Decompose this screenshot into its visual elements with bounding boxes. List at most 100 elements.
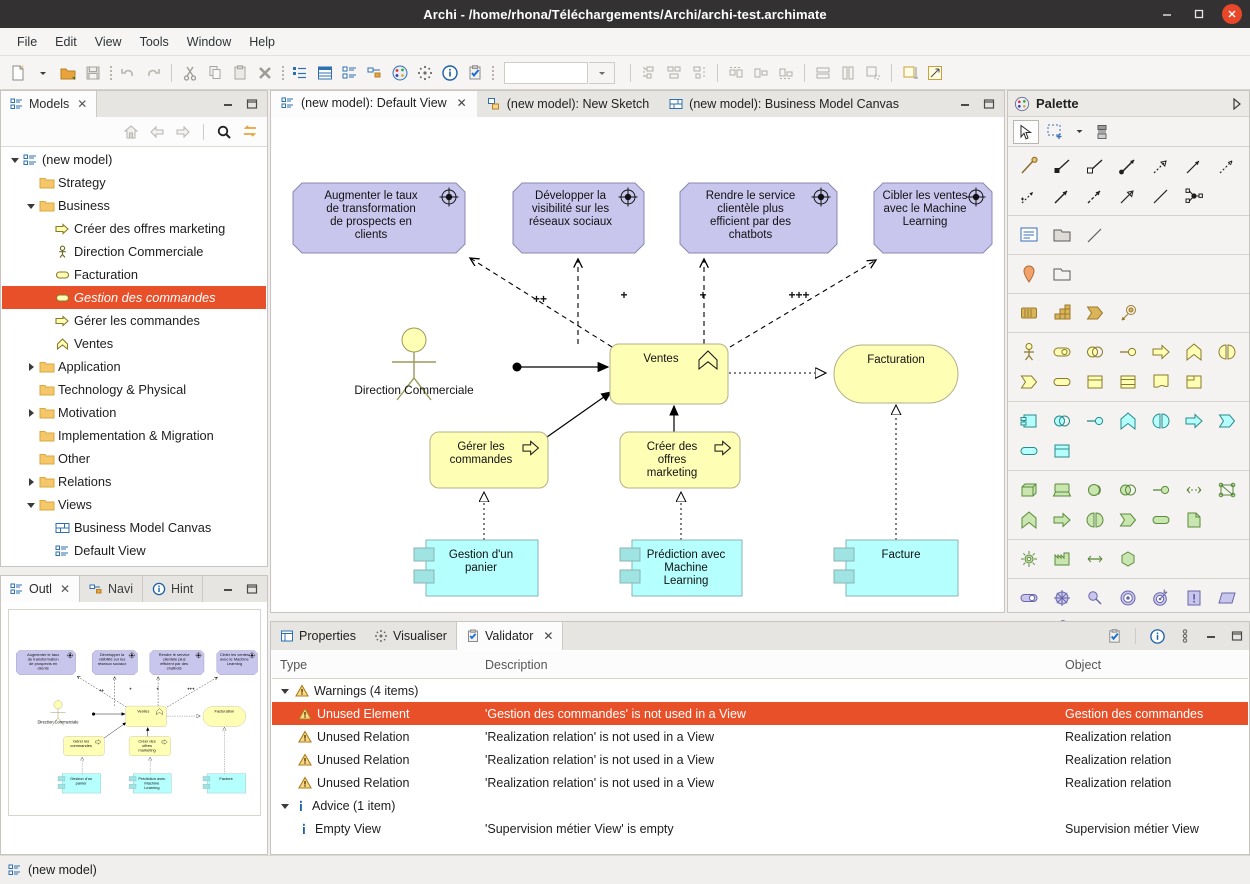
fill-size-icon[interactable] [923, 61, 947, 85]
palette-item-connection[interactable] [1078, 220, 1111, 250]
palette-item-device[interactable] [1045, 475, 1078, 505]
palette-item-distribution-network[interactable] [1078, 544, 1111, 574]
format-painter-icon[interactable] [1089, 120, 1115, 144]
palette-item-technology-service[interactable] [1144, 505, 1177, 535]
toolbar-drag-handle-2[interactable] [280, 63, 285, 83]
column-header-description[interactable]: Description [477, 658, 1057, 672]
tree-twisty[interactable] [24, 475, 38, 489]
menu-help[interactable]: Help [240, 32, 284, 52]
tree-item-views[interactable]: Views [2, 493, 266, 516]
chevron-right-icon[interactable] [1231, 97, 1243, 111]
tree-item-cr-er-des-offres-marketing[interactable]: Créer des offres marketing [2, 217, 266, 240]
default-size-icon[interactable] [898, 61, 922, 85]
palette-item-resource[interactable] [1012, 298, 1045, 328]
palette-item-technology-process[interactable] [1045, 505, 1078, 535]
tree-item-application[interactable]: Application [2, 355, 266, 378]
generate-view-icon[interactable] [413, 61, 437, 85]
palette-item-flow[interactable] [1078, 181, 1111, 211]
chevron-down-icon[interactable] [26, 201, 36, 211]
palette-item-realization[interactable] [1144, 151, 1177, 181]
minimize-button[interactable] [1158, 5, 1176, 23]
tree-item-other[interactable]: Other [2, 447, 266, 470]
palette-item-goal[interactable] [1111, 583, 1144, 613]
tree-item-technology-physical[interactable]: Technology & Physical [2, 378, 266, 401]
validator-group-row[interactable]: Advice (1 item) [272, 794, 1248, 817]
editor-minimize-icon[interactable] [958, 97, 972, 111]
tree-item-implementation-migration[interactable]: Implementation & Migration [2, 424, 266, 447]
editor-maximize-icon[interactable] [982, 97, 996, 111]
palette-item-driver[interactable] [1045, 583, 1078, 613]
column-header-object[interactable]: Object [1057, 658, 1248, 672]
select-tool-icon[interactable] [1013, 119, 1039, 144]
validator-icon[interactable] [463, 61, 487, 85]
tab-outline[interactable]: Outl ✕ [1, 576, 80, 602]
marquee-tool-icon[interactable] [1043, 120, 1069, 144]
chevron-down-icon[interactable] [26, 500, 36, 510]
home-icon[interactable] [122, 123, 140, 141]
zoom-combo-arrow[interactable] [589, 61, 615, 84]
palette-item-node[interactable] [1012, 475, 1045, 505]
zoom-combo-input[interactable] [504, 61, 588, 84]
models-maximize-icon[interactable] [245, 97, 259, 111]
palette-item-location[interactable] [1012, 259, 1045, 289]
palette-item-material[interactable] [1111, 544, 1144, 574]
palette-icon[interactable] [388, 61, 412, 85]
tab-validator[interactable]: Validator ✕ [455, 622, 564, 650]
validator-row[interactable]: Unused Relation 'Realization relation' is… [272, 725, 1248, 748]
open-folder-icon[interactable] [56, 61, 80, 85]
menu-tools[interactable]: Tools [131, 32, 178, 52]
tab-models-close[interactable]: ✕ [77, 97, 87, 111]
tree-item-motivation[interactable]: Motivation [2, 401, 266, 424]
link-icon[interactable] [241, 123, 259, 141]
palette-item-contract[interactable] [1111, 367, 1144, 397]
palette-item-representation[interactable] [1144, 367, 1177, 397]
palette-item-communication-network[interactable] [1210, 475, 1243, 505]
palette-item-path[interactable] [1177, 475, 1210, 505]
info-icon[interactable] [1148, 627, 1166, 645]
palette-item-stakeholder[interactable] [1012, 583, 1045, 613]
tree-item-business[interactable]: Business [2, 194, 266, 217]
new-file-dropdown-icon[interactable] [31, 61, 55, 85]
palette-item-course-of-action[interactable] [1078, 298, 1111, 328]
tab-navigator[interactable]: Navi [80, 576, 144, 602]
validator-twisty[interactable] [280, 801, 290, 811]
palette-item-capability[interactable] [1045, 298, 1078, 328]
chevron-right-icon[interactable] [26, 408, 36, 418]
palette-item-outcome[interactable] [1144, 583, 1177, 613]
outline-minimize-icon[interactable] [221, 582, 235, 596]
diagram-canvas[interactable]: ++ + + +++ Augmenter le taux de transformatio… [272, 118, 1003, 611]
model-tree[interactable]: (new model) Strategy Business Créer des off… [2, 148, 266, 565]
palette-item-application-interface[interactable] [1078, 406, 1111, 436]
palette-item-technology-event[interactable] [1111, 505, 1144, 535]
tree-twisty[interactable] [8, 153, 22, 167]
palette-item-business-function[interactable] [1177, 337, 1210, 367]
palette-item-business-actor[interactable] [1012, 337, 1045, 367]
tree-item-strategy[interactable]: Strategy [2, 171, 266, 194]
tree-item-ventes[interactable]: Ventes [2, 332, 266, 355]
palette-item-business-role[interactable] [1045, 337, 1078, 367]
palette-item-product[interactable] [1177, 367, 1210, 397]
outline-maximize-icon[interactable] [245, 582, 259, 596]
tab-models[interactable]: Models ✕ [1, 91, 98, 117]
validator-group-row[interactable]: Warnings (4 items) [272, 679, 1248, 702]
tree-twisty[interactable] [24, 498, 38, 512]
tree-twisty[interactable] [24, 199, 38, 213]
palette-item-aggregation[interactable] [1078, 151, 1111, 181]
validator-maximize-icon[interactable] [1230, 629, 1244, 643]
tab-visualiser[interactable]: Visualiser [365, 622, 456, 650]
tree-item-facturation[interactable]: Facturation [2, 263, 266, 286]
tab-outline-close[interactable]: ✕ [60, 582, 70, 596]
validate-icon[interactable] [1105, 627, 1123, 645]
tree-item-gestion-des-commandes[interactable]: Gestion des commandes [2, 286, 266, 309]
palette-item-application-event[interactable] [1210, 406, 1243, 436]
menu-window[interactable]: Window [178, 32, 240, 52]
marquee-dropdown-icon[interactable] [1073, 120, 1085, 144]
palette-item-data-object[interactable] [1045, 436, 1078, 466]
models-minimize-icon[interactable] [221, 97, 235, 111]
tab-business-model-canvas[interactable]: (new model): Business Model Canvas [659, 91, 909, 117]
palette-item-application-function[interactable] [1111, 406, 1144, 436]
tab-hint[interactable]: Hint [143, 576, 204, 602]
palette-item-business-process[interactable] [1144, 337, 1177, 367]
model-tree-icon[interactable] [338, 61, 362, 85]
navigator-icon[interactable] [363, 61, 387, 85]
